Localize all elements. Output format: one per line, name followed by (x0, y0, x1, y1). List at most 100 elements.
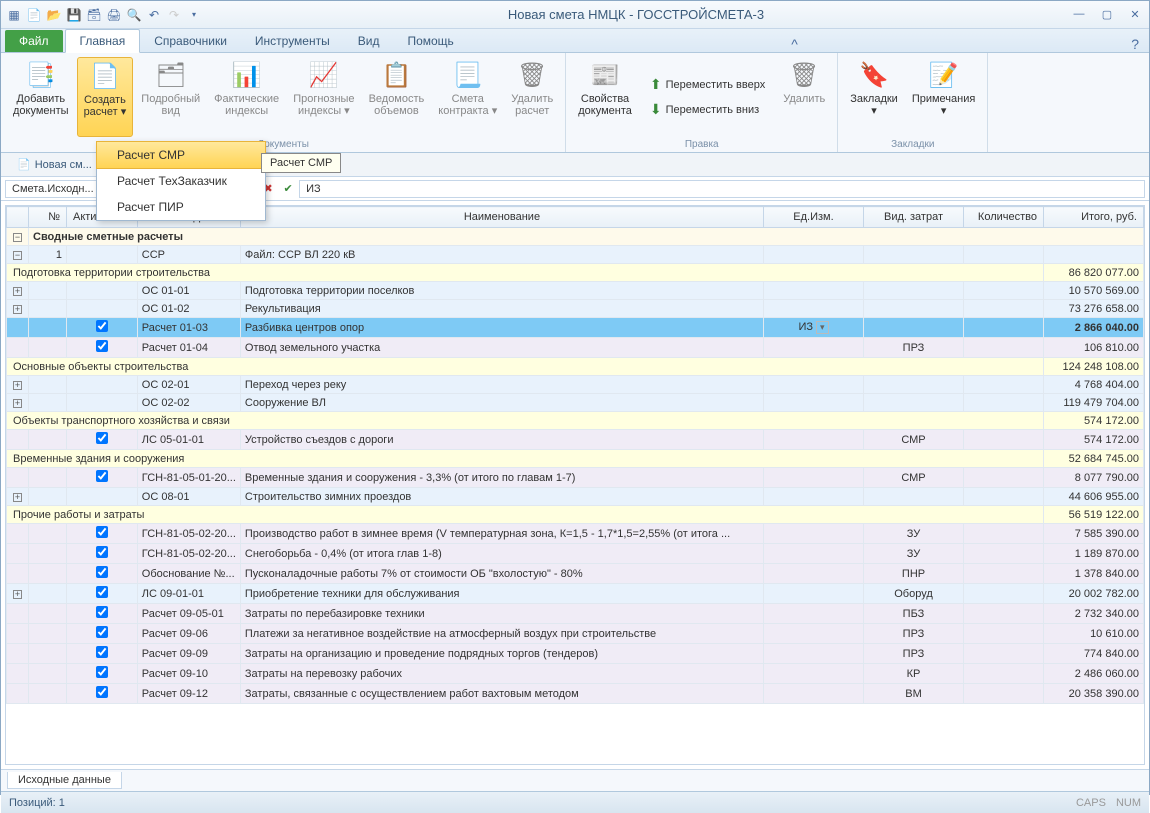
row-checkbox[interactable] (96, 432, 108, 444)
header-name[interactable]: Наименование (240, 207, 763, 228)
table-row[interactable]: ГСН-81-05-02-20... Снегоборьба - 0,4% (о… (7, 544, 1144, 564)
close-button[interactable]: ✕ (1125, 8, 1145, 21)
data-grid[interactable]: № Активность Шифр Наименование Ед.Изм. В… (5, 205, 1145, 765)
table-row[interactable]: Основные объекты строительства124 248 10… (7, 358, 1144, 376)
tab-tools[interactable]: Инструменты (241, 30, 344, 52)
table-row[interactable]: Расчет 01-04 Отвод земельного участка ПР… (7, 338, 1144, 358)
table-row[interactable]: Расчет 09-05-01 Затраты по перебазировке… (7, 604, 1144, 624)
tab-file[interactable]: Файл (5, 30, 63, 52)
move-up-button[interactable]: ⬆Переместить вверх (644, 74, 771, 95)
new-icon[interactable]: 📄 (25, 6, 43, 24)
table-row[interactable]: Расчет 09-09 Затраты на организацию и пр… (7, 644, 1144, 664)
window-title: Новая смета НМЦК - ГОССТРОЙСМЕТА-3 (203, 7, 1069, 22)
formula-value[interactable]: ИЗ (299, 180, 1145, 198)
group-bookmarks-label: Закладки (844, 137, 981, 150)
saveall-icon[interactable]: 🗃 (85, 6, 103, 24)
table-row[interactable]: − 1 ССР Файл: ССР ВЛ 220 кВ (7, 246, 1144, 264)
row-checkbox[interactable] (96, 526, 108, 538)
table-row[interactable]: + ОС 01-02 Рекультивация 73 276 658.00 (7, 300, 1144, 318)
confirm-edit-icon[interactable]: ✔ (279, 180, 297, 198)
row-checkbox[interactable] (96, 566, 108, 578)
volume-sheet-button[interactable]: 📋Ведомость объемов (363, 57, 431, 137)
row-checkbox[interactable] (96, 606, 108, 618)
qat-more-icon[interactable]: ▾ (185, 6, 203, 24)
dropdown-item-tech[interactable]: Расчет ТехЗаказчик (97, 168, 265, 194)
status-positions: Позиций: 1 (9, 797, 65, 809)
bookmarks-button[interactable]: 🔖Закладки ▾ (844, 57, 904, 137)
table-row[interactable]: ГСН-81-05-01-20... Временные здания и со… (7, 468, 1144, 488)
tab-main[interactable]: Главная (65, 29, 141, 53)
create-calc-dropdown: Расчет СМР Расчет ТехЗаказчик Расчет ПИР (96, 141, 266, 221)
tab-references[interactable]: Справочники (140, 30, 241, 52)
table-row[interactable]: Объекты транспортного хозяйства и связи5… (7, 412, 1144, 430)
row-checkbox[interactable] (96, 586, 108, 598)
table-row[interactable]: + ОС 02-02 Сооружение ВЛ 119 479 704.00 (7, 394, 1144, 412)
delete-button[interactable]: 🗑Удалить (777, 57, 831, 137)
ribbon-collapse-icon[interactable]: ^ (791, 36, 798, 52)
table-row[interactable]: Расчет 01-03 Разбивка центров опор ИЗ▾ 2… (7, 318, 1144, 338)
row-checkbox[interactable] (96, 646, 108, 658)
table-row[interactable]: Обоснование №... Пусконаладочные работы … (7, 564, 1144, 584)
dropdown-item-smr[interactable]: Расчет СМР (96, 141, 266, 169)
help-icon[interactable]: ? (1131, 36, 1139, 52)
row-checkbox[interactable] (96, 546, 108, 558)
quick-access-toolbar: ▦ 📄 📂 💾 🗃 🖨 🔍 ↶ ↷ ▾ (5, 6, 203, 24)
header-cost-type[interactable]: Вид. затрат (864, 207, 964, 228)
save-icon[interactable]: 💾 (65, 6, 83, 24)
minimize-button[interactable]: — (1069, 8, 1089, 21)
row-checkbox[interactable] (96, 320, 108, 332)
row-checkbox[interactable] (96, 470, 108, 482)
add-documents-button[interactable]: 📑Добавить документы (7, 57, 75, 137)
undo-icon[interactable]: ↶ (145, 6, 163, 24)
header-qty[interactable]: Количество (964, 207, 1044, 228)
ribbon: 📑Добавить документы 📄Создать расчет ▾ 🗂П… (1, 53, 1149, 153)
create-calc-button[interactable]: 📄Создать расчет ▾ (77, 57, 134, 137)
table-row[interactable]: + ОС 08-01 Строительство зимних проездов… (7, 488, 1144, 506)
tooltip: Расчет СМР (261, 153, 341, 173)
status-bar: Позиций: 1 CAPS NUM (1, 791, 1149, 813)
maximize-button[interactable]: ▢ (1097, 8, 1117, 21)
open-icon[interactable]: 📂 (45, 6, 63, 24)
status-num: NUM (1116, 797, 1141, 809)
group-row[interactable]: −Сводные сметные расчеты (7, 228, 1144, 246)
row-checkbox[interactable] (96, 626, 108, 638)
row-checkbox[interactable] (96, 340, 108, 352)
table-row[interactable]: + ЛС 09-01-01 Приобретение техники для о… (7, 584, 1144, 604)
table-row[interactable]: + ОС 02-01 Переход через реку 4 768 404.… (7, 376, 1144, 394)
prog-indexes-button[interactable]: 📈Прогнозные индексы ▾ (287, 57, 360, 137)
table-row[interactable]: Расчет 09-10 Затраты на перевозку рабочи… (7, 664, 1144, 684)
table-row[interactable]: + ОС 01-01 Подготовка территории поселко… (7, 282, 1144, 300)
table-row[interactable]: ГСН-81-05-02-20... Производство работ в … (7, 524, 1144, 544)
table-row[interactable]: ЛС 05-01-01 Устройство съездов с дороги … (7, 430, 1144, 450)
header-total[interactable]: Итого, руб. (1044, 207, 1144, 228)
table-row[interactable]: Временные здания и сооружения52 684 745.… (7, 450, 1144, 468)
table-row[interactable]: Подготовка территории строительства86 82… (7, 264, 1144, 282)
app-icon: ▦ (5, 6, 23, 24)
fact-indexes-button[interactable]: 📊Фактические индексы (208, 57, 285, 137)
row-checkbox[interactable] (96, 666, 108, 678)
table-row[interactable]: Расчет 09-12 Затраты, связанные с осущес… (7, 684, 1144, 704)
table-row[interactable]: Расчет 09-06 Платежи за негативное возде… (7, 624, 1144, 644)
contract-estimate-button[interactable]: 📃Смета контракта ▾ (432, 57, 503, 137)
detail-view-button[interactable]: 🗂Подробный вид (135, 57, 206, 137)
move-down-button[interactable]: ⬇Переместить вниз (644, 99, 771, 120)
sheet-tab-source[interactable]: Исходные данные (7, 772, 122, 789)
table-row[interactable]: Прочие работы и затраты56 519 122.00 (7, 506, 1144, 524)
row-checkbox[interactable] (96, 686, 108, 698)
tab-view[interactable]: Вид (344, 30, 394, 52)
doc-properties-button[interactable]: 📰Свойства документа (572, 57, 638, 137)
header-unit[interactable]: Ед.Изм. (764, 207, 864, 228)
sheet-tabs: Исходные данные (1, 769, 1149, 791)
redo-icon[interactable]: ↷ (165, 6, 183, 24)
ribbon-tabs: Файл Главная Справочники Инструменты Вид… (1, 29, 1149, 53)
group-edit-label: Правка (572, 137, 831, 150)
preview-icon[interactable]: 🔍 (125, 6, 143, 24)
tab-help[interactable]: Помощь (393, 30, 467, 52)
notes-button[interactable]: 📝Примечания ▾ (906, 57, 982, 137)
document-tab[interactable]: 📄 Новая см... (7, 155, 102, 174)
dropdown-item-pir[interactable]: Расчет ПИР (97, 194, 265, 220)
header-num[interactable]: № (29, 207, 67, 228)
group-documents-label: Документы (7, 137, 559, 150)
delete-calc-button[interactable]: 🗑Удалить расчет (505, 57, 559, 137)
print-icon[interactable]: 🖨 (105, 6, 123, 24)
